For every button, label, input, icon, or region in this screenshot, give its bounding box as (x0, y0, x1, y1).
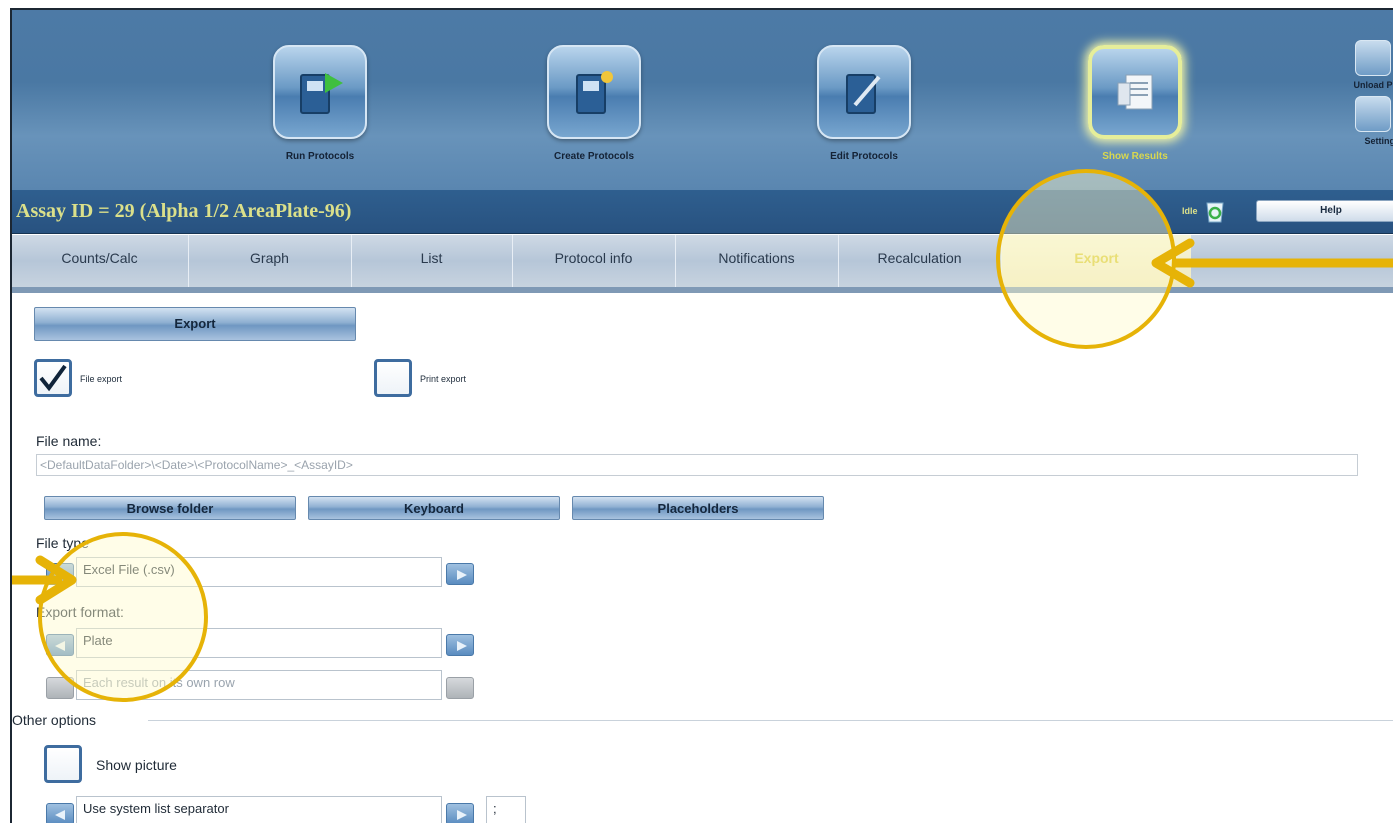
show-results-icon (1088, 45, 1182, 139)
print-export-checkbox[interactable] (374, 359, 412, 397)
tab-recalculation[interactable]: Recalculation (838, 235, 1000, 287)
export-panel: Export File export Print export File nam… (12, 293, 1393, 823)
run-protocols-button[interactable]: Run Protocols (230, 45, 410, 162)
show-picture-label: Show picture (96, 757, 177, 773)
other-options-label: Other options (12, 712, 97, 728)
file-type-next-button[interactable] (446, 563, 474, 585)
show-results-label: Show Results (1102, 151, 1168, 162)
status-text: Idle (1182, 206, 1198, 216)
app-window: Run Protocols Create Protocols Edit Prot… (10, 8, 1393, 823)
assay-title: Assay ID = 29 (Alpha 1/2 AreaPlate-96) (16, 200, 352, 222)
edit-protocols-label: Edit Protocols (830, 151, 898, 162)
tab-notifications[interactable]: Notifications (675, 235, 837, 287)
export-button[interactable]: Export (34, 307, 356, 341)
separator-char-input[interactable]: ; (486, 796, 526, 823)
recycle-bin-icon[interactable] (1202, 200, 1228, 224)
arrow-left-icon (55, 810, 65, 820)
arrow-right-icon (457, 570, 467, 580)
separator-prev-button[interactable] (46, 803, 74, 823)
file-export-label: File export (80, 374, 123, 384)
run-protocols-icon (273, 45, 367, 139)
unload-plate-label: Unload Pl (1353, 80, 1393, 90)
create-protocols-icon (547, 45, 641, 139)
help-button[interactable]: Help (1256, 200, 1393, 222)
keyboard-button[interactable]: Keyboard (308, 496, 560, 520)
checkmark-icon (39, 364, 67, 392)
separator-select[interactable]: Use system list separator (76, 796, 442, 823)
run-protocols-label: Run Protocols (285, 151, 355, 162)
print-export-label: Print export (420, 374, 467, 384)
tab-counts-calc[interactable]: Counts/Calc (12, 235, 187, 287)
file-name-label: File name: (36, 433, 102, 449)
export-format-next-button[interactable] (446, 634, 474, 656)
create-protocols-button[interactable]: Create Protocols (504, 45, 684, 162)
edit-protocols-icon (817, 45, 911, 139)
separator-next-button[interactable] (446, 803, 474, 823)
tab-protocol-info[interactable]: Protocol info (512, 235, 674, 287)
side-tools: Unload Pl Setting (1335, 40, 1393, 152)
tab-list[interactable]: List (351, 235, 511, 287)
assay-bar: Assay ID = 29 (Alpha 1/2 AreaPlate-96) I… (12, 190, 1393, 234)
arrow-right-icon (457, 641, 467, 651)
export-tab-arrow-icon (1151, 238, 1393, 288)
show-picture-checkbox[interactable] (44, 745, 82, 783)
file-type-arrow-icon (12, 555, 77, 605)
file-export-checkbox[interactable] (34, 359, 72, 397)
tab-graph[interactable]: Graph (188, 235, 350, 287)
edit-protocols-button[interactable]: Edit Protocols (774, 45, 954, 162)
show-results-button[interactable]: Show Results (1045, 45, 1225, 162)
arrow-right-icon (457, 810, 467, 820)
placeholders-button[interactable]: Placeholders (572, 496, 824, 520)
main-toolbar: Run Protocols Create Protocols Edit Prot… (12, 10, 1393, 190)
create-protocols-label: Create Protocols (553, 151, 635, 162)
settings-icon[interactable] (1355, 96, 1391, 132)
unload-plate-icon[interactable] (1355, 40, 1391, 76)
browse-folder-button[interactable]: Browse folder (44, 496, 296, 520)
settings-label: Setting (1364, 136, 1393, 146)
file-name-input[interactable]: <DefaultDataFolder>\<Date>\<ProtocolName… (36, 454, 1358, 476)
row-option-next-button (446, 677, 474, 699)
other-options-divider (148, 720, 1393, 721)
